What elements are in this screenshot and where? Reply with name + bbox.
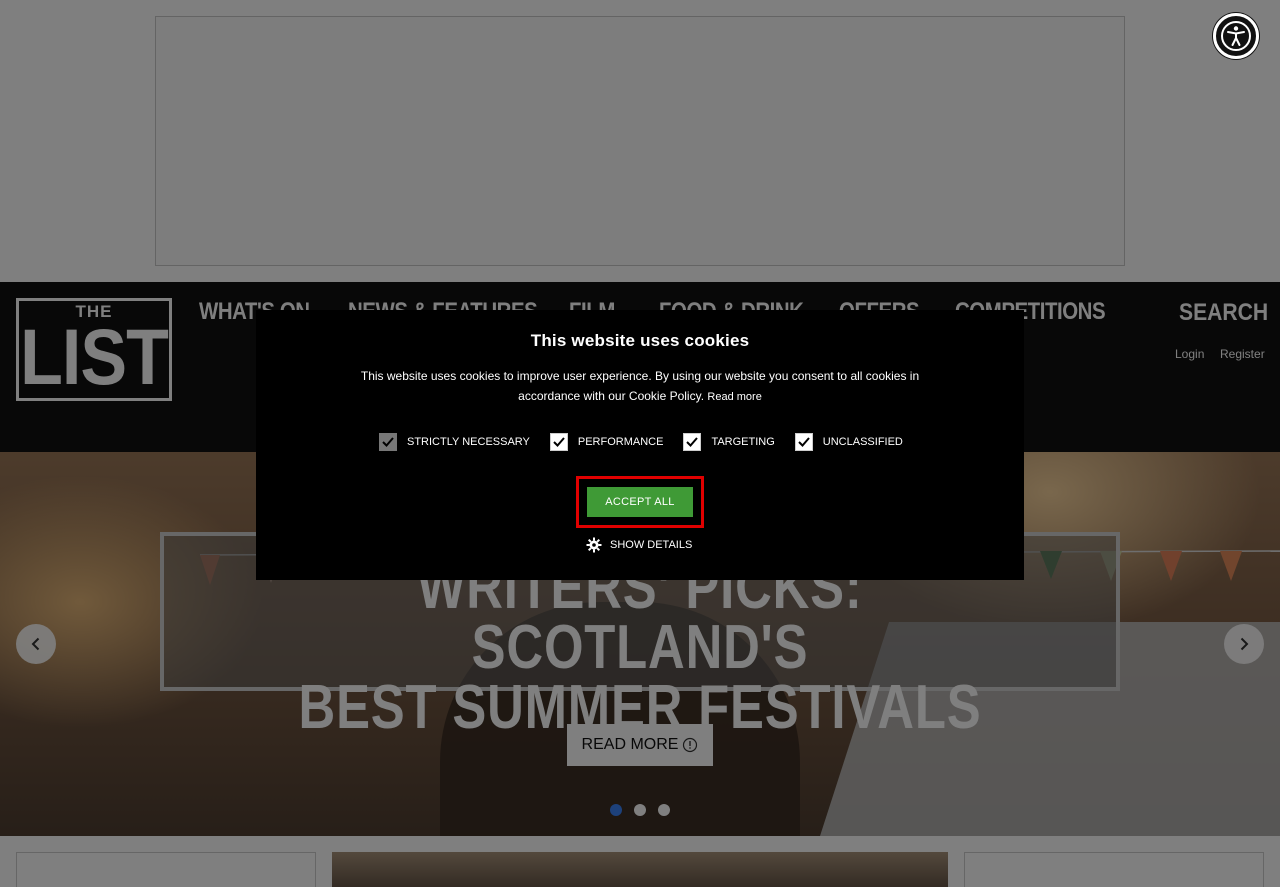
- accessibility-button[interactable]: [1213, 13, 1259, 59]
- checkbox-targeting[interactable]: [683, 433, 702, 451]
- option-label: TARGETING: [711, 436, 775, 448]
- cookie-body: This website uses cookies to improve use…: [340, 366, 940, 407]
- show-details-label: SHOW DETAILS: [610, 539, 693, 551]
- check-icon: [686, 437, 699, 447]
- show-details-button[interactable]: SHOW DETAILS: [586, 537, 692, 553]
- check-icon: [553, 437, 565, 447]
- check-icon: [798, 437, 810, 447]
- cookie-title: This website uses cookies: [530, 331, 750, 350]
- checkbox-strictly-necessary: [379, 433, 397, 451]
- option-label: STRICTLY NECESSARY: [407, 436, 530, 448]
- option-strictly-necessary: STRICTLY NECESSARY: [379, 433, 530, 451]
- gear-icon: [586, 537, 602, 553]
- option-label: PERFORMANCE: [577, 436, 664, 448]
- option-performance[interactable]: PERFORMANCE: [549, 433, 664, 451]
- cookie-consent-dialog: This website uses cookies This website u…: [256, 310, 1024, 580]
- accessibility-icon: [1221, 21, 1251, 51]
- option-label: UNCLASSIFIED: [822, 436, 903, 448]
- checkbox-performance[interactable]: [549, 433, 568, 451]
- accept-all-button[interactable]: ACCEPT ALL: [587, 487, 693, 517]
- cookie-options: STRICTLY NECESSARY PERFORMANCE TARGETING…: [379, 433, 923, 451]
- option-unclassified[interactable]: UNCLASSIFIED: [794, 433, 903, 451]
- checkbox-unclassified[interactable]: [794, 433, 813, 451]
- cookie-read-more-link[interactable]: Read more: [707, 391, 761, 403]
- option-targeting[interactable]: TARGETING: [683, 433, 775, 451]
- check-icon: [382, 437, 394, 447]
- cookie-body-text: This website uses cookies to improve use…: [360, 369, 920, 403]
